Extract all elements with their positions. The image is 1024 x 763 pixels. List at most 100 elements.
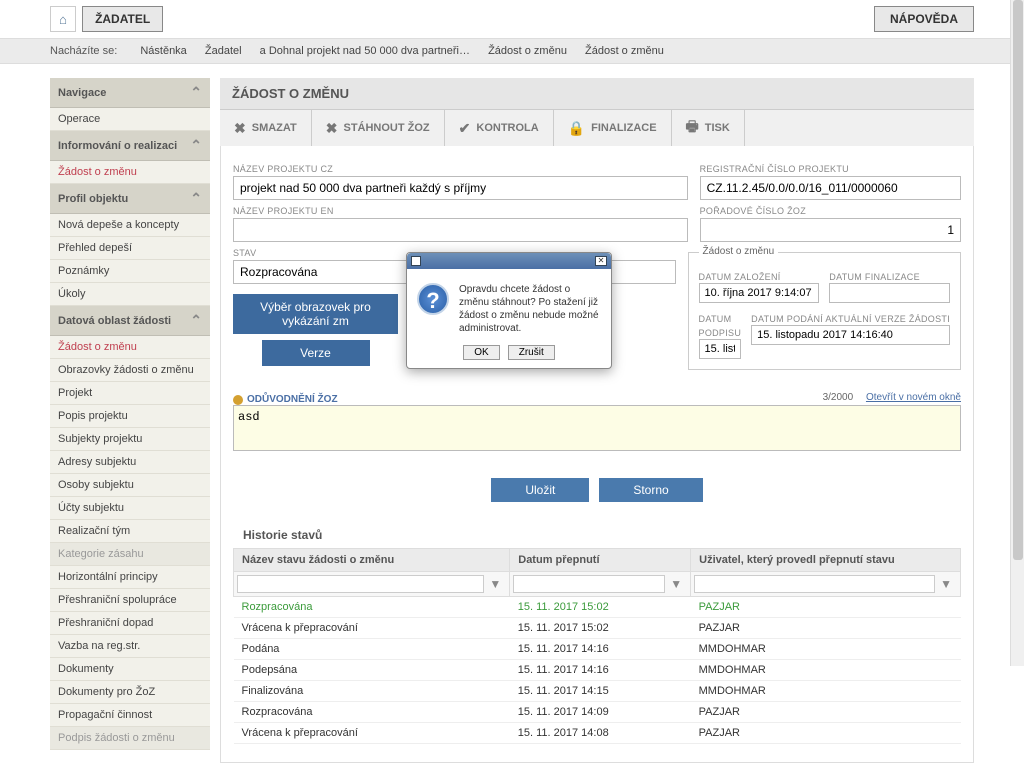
funnel-icon[interactable]: ▼ bbox=[665, 577, 687, 591]
breadcrumb-item[interactable]: a Dohnal projekt nad 50 000 dva partneři… bbox=[260, 45, 470, 57]
question-icon: ? bbox=[417, 283, 449, 315]
scrollbar-thumb[interactable] bbox=[1013, 0, 1023, 560]
sidebar-item[interactable]: Účty subjektu bbox=[50, 497, 210, 520]
table-row[interactable]: Rozpracována15. 11. 2017 15:02PAZJAR bbox=[234, 597, 961, 618]
order-number-input[interactable] bbox=[700, 218, 961, 242]
sidebar-item: Podpis žádosti o změnu bbox=[50, 727, 210, 750]
sidebar-item[interactable]: Vazba na reg.str. bbox=[50, 635, 210, 658]
breadcrumb-item[interactable]: Žádost o změnu bbox=[488, 45, 567, 57]
breadcrumb-item[interactable]: Nástěnka bbox=[140, 45, 186, 57]
table-row[interactable]: Rozpracována15. 11. 2017 14:09PAZJAR bbox=[234, 702, 961, 723]
funnel-icon[interactable]: ▼ bbox=[935, 577, 957, 591]
sidebar-group-header[interactable]: Profil objektu⌃ bbox=[50, 184, 210, 214]
sidebar-item[interactable]: Žádost o změnu bbox=[50, 161, 210, 184]
field-label: DATUM FINALIZACE bbox=[829, 272, 920, 282]
cancel-button[interactable]: Storno bbox=[599, 478, 702, 502]
warning-icon bbox=[233, 395, 243, 405]
x-icon: ✖ bbox=[234, 120, 246, 137]
zadatel-button[interactable]: ŽADATEL bbox=[82, 6, 163, 32]
x-icon: ✖ bbox=[326, 120, 338, 137]
window-icon bbox=[411, 256, 421, 266]
breadcrumb-prefix: Nacházíte se: bbox=[50, 45, 117, 57]
chevron-up-icon: ⌃ bbox=[190, 137, 202, 154]
filter-user-input[interactable] bbox=[694, 575, 935, 593]
col-status[interactable]: Název stavu žádosti o změnu bbox=[234, 549, 510, 572]
screen-select-button[interactable]: Výběr obrazovek pro vykázání zm bbox=[233, 294, 398, 334]
project-name-en-input[interactable] bbox=[233, 218, 688, 242]
col-date[interactable]: Datum přepnutí bbox=[510, 549, 691, 572]
sidebar-item[interactable]: Realizační tým bbox=[50, 520, 210, 543]
sidebar-item[interactable]: Projekt bbox=[50, 382, 210, 405]
version-button[interactable]: Verze bbox=[262, 340, 370, 366]
field-label: NÁZEV PROJEKTU CZ bbox=[233, 164, 688, 174]
sidebar-item[interactable]: Osoby subjektu bbox=[50, 474, 210, 497]
cancel-dialog-button[interactable]: Zrušit bbox=[508, 345, 555, 360]
sidebar-item[interactable]: Propagační činnost bbox=[50, 704, 210, 727]
home-button[interactable]: ⌂ bbox=[50, 6, 76, 32]
sidebar-item[interactable]: Horizontální principy bbox=[50, 566, 210, 589]
sidebar-group-header[interactable]: Datová oblast žádosti⌃ bbox=[50, 306, 210, 336]
check-icon: ✔ bbox=[459, 120, 471, 137]
dialog-titlebar[interactable]: ✕ bbox=[407, 253, 611, 269]
field-label: DATUM PODÁNÍ AKTUÁLNÍ VERZE ŽÁDOSTI bbox=[751, 314, 950, 324]
help-button[interactable]: NÁPOVĚDA bbox=[874, 6, 974, 32]
sidebar-item[interactable]: Obrazovky žádosti o změnu bbox=[50, 359, 210, 382]
field-label: NÁZEV PROJEKTU EN bbox=[233, 206, 688, 216]
table-row[interactable]: Vrácena k přepracování15. 11. 2017 14:08… bbox=[234, 723, 961, 744]
check-button[interactable]: ✔KONTROLA bbox=[445, 110, 554, 146]
sidebar-item[interactable]: Nová depeše a koncepty bbox=[50, 214, 210, 237]
sidebar-item[interactable]: Přeshraniční spolupráce bbox=[50, 589, 210, 612]
chevron-up-icon: ⌃ bbox=[190, 84, 202, 101]
sidebar-item[interactable]: Subjekty projektu bbox=[50, 428, 210, 451]
date-signed-input[interactable] bbox=[699, 339, 742, 359]
breadcrumb-item[interactable]: Žadatel bbox=[205, 45, 242, 57]
justification-label: ODŮVODNĚNÍ ŽOZ bbox=[233, 394, 338, 405]
print-button[interactable]: 🖶TISK bbox=[672, 110, 745, 146]
col-user[interactable]: Uživatel, který provedl přepnutí stavu bbox=[691, 549, 961, 572]
close-icon[interactable]: ✕ bbox=[595, 256, 607, 266]
funnel-icon[interactable]: ▼ bbox=[484, 577, 506, 591]
sidebar-item[interactable]: Úkoly bbox=[50, 283, 210, 306]
reg-number-input[interactable] bbox=[700, 176, 961, 200]
project-name-cz-input[interactable] bbox=[233, 176, 688, 200]
sidebar-item[interactable]: Žádost o změnu bbox=[50, 336, 210, 359]
table-row[interactable]: Finalizována15. 11. 2017 14:15MMDOHMAR bbox=[234, 681, 961, 702]
print-icon: 🖶 bbox=[686, 116, 699, 140]
sidebar-item: Kategorie zásahu bbox=[50, 543, 210, 566]
delete-button[interactable]: ✖SMAZAT bbox=[220, 110, 312, 146]
finalize-button[interactable]: 🔒FINALIZACE bbox=[554, 110, 672, 146]
sidebar-item[interactable]: Poznámky bbox=[50, 260, 210, 283]
date-submitted-input[interactable] bbox=[751, 325, 950, 345]
sidebar-item[interactable]: Popis projektu bbox=[50, 405, 210, 428]
sidebar-item[interactable]: Operace bbox=[50, 108, 210, 131]
field-label: DATUM ZALOŽENÍ bbox=[699, 272, 781, 282]
breadcrumb-item[interactable]: Žádost o změnu bbox=[585, 45, 664, 57]
field-label: POŘADOVÉ ČÍSLO ŽOZ bbox=[700, 206, 961, 216]
table-row[interactable]: Vrácena k přepracování15. 11. 2017 15:02… bbox=[234, 618, 961, 639]
confirm-dialog: ✕ ? Opravdu chcete žádost o změnu stáhno… bbox=[406, 252, 612, 369]
sidebar-group-header[interactable]: Informování o realizaci⌃ bbox=[50, 131, 210, 161]
scrollbar[interactable] bbox=[1010, 0, 1024, 666]
open-new-window-link[interactable]: Otevřít v novém okně bbox=[866, 392, 961, 403]
sidebar-group-header[interactable]: Navigace⌃ bbox=[50, 78, 210, 108]
justification-textarea[interactable]: asd bbox=[233, 405, 961, 451]
fieldset-legend: Žádost o změnu bbox=[699, 246, 779, 257]
sidebar-item[interactable]: Dokumenty pro ŽoZ bbox=[50, 681, 210, 704]
download-button[interactable]: ✖STÁHNOUT ŽOZ bbox=[312, 110, 445, 146]
sidebar-item[interactable]: Dokumenty bbox=[50, 658, 210, 681]
sidebar-item[interactable]: Přeshraniční dopad bbox=[50, 612, 210, 635]
dialog-message: Opravdu chcete žádost o změnu stáhnout? … bbox=[459, 283, 601, 335]
field-label: REGISTRAČNÍ ČÍSLO PROJEKTU bbox=[700, 164, 961, 174]
save-button[interactable]: Uložit bbox=[491, 478, 589, 502]
filter-status-input[interactable] bbox=[237, 575, 484, 593]
sidebar-item[interactable]: Adresy subjektu bbox=[50, 451, 210, 474]
table-row[interactable]: Podána15. 11. 2017 14:16MMDOHMAR bbox=[234, 639, 961, 660]
date-finalized-input[interactable] bbox=[829, 283, 950, 303]
sidebar: Navigace⌃OperaceInformování o realizaci⌃… bbox=[50, 78, 210, 763]
lock-icon: 🔒 bbox=[568, 120, 585, 137]
date-created-input[interactable] bbox=[699, 283, 820, 303]
filter-date-input[interactable] bbox=[513, 575, 665, 593]
sidebar-item[interactable]: Přehled depeší bbox=[50, 237, 210, 260]
table-row[interactable]: Podepsána15. 11. 2017 14:16MMDOHMAR bbox=[234, 660, 961, 681]
ok-button[interactable]: OK bbox=[463, 345, 499, 360]
